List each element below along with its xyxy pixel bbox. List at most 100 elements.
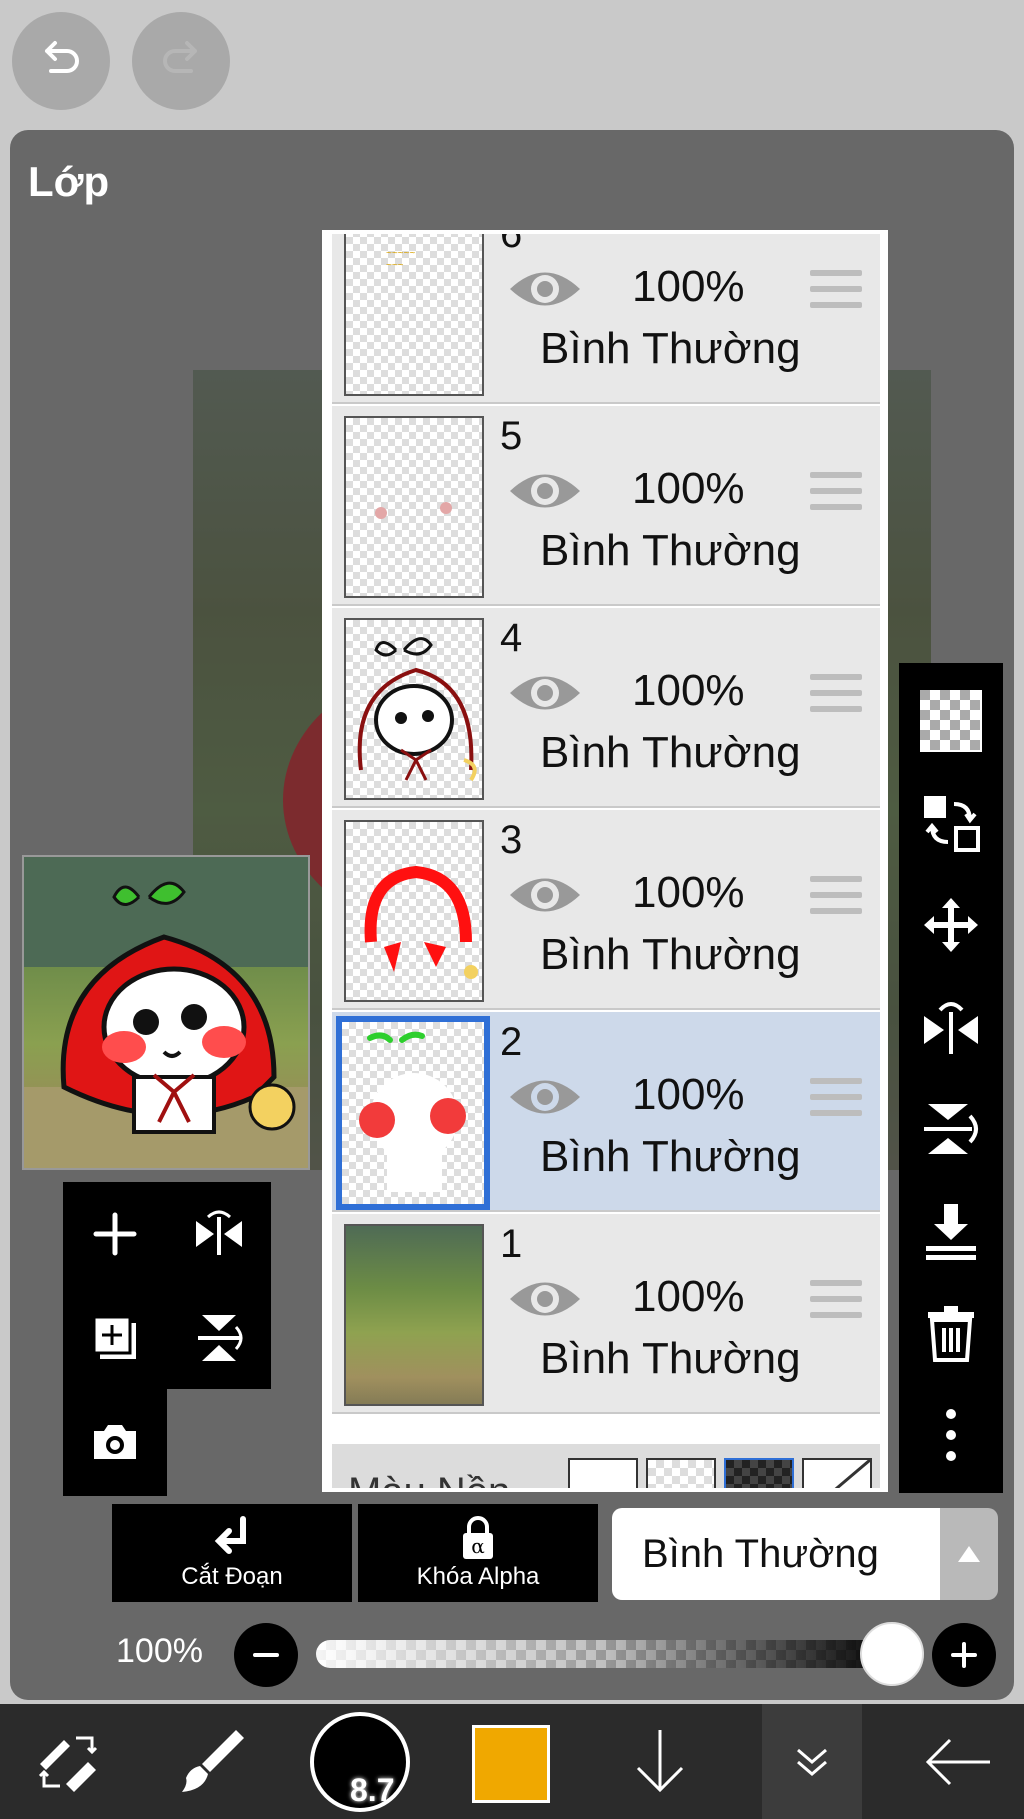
drag-handle-icon[interactable] xyxy=(810,472,862,516)
eye-icon[interactable] xyxy=(508,668,582,718)
flip-horizontal-icon xyxy=(196,1210,242,1255)
flip-vertical-button[interactable] xyxy=(167,1286,271,1390)
add-layer-button[interactable] xyxy=(63,1182,167,1286)
drag-handle-icon[interactable] xyxy=(810,674,862,718)
lock-alpha-icon: α xyxy=(463,1516,493,1559)
collapse-panel-button[interactable] xyxy=(762,1704,862,1819)
clipping-label: Cắt Đoạn xyxy=(181,1563,283,1590)
blend-mode-toggle[interactable] xyxy=(940,1508,998,1600)
left-toolbox xyxy=(63,1182,271,1496)
layer-number: 4 xyxy=(500,616,523,660)
tool-switch-button[interactable] xyxy=(18,1704,118,1819)
layer-row-3[interactable]: 3 100% Bình Thường xyxy=(332,810,880,1010)
opacity-slider-knob[interactable] xyxy=(860,1622,924,1686)
layer-blend-mode: Bình Thường xyxy=(540,1334,801,1383)
blend-mode-selector[interactable]: Bình Thường xyxy=(612,1508,940,1600)
eye-icon[interactable] xyxy=(508,870,582,920)
layer-number: 1 xyxy=(500,1222,523,1266)
flip-horizontal-icon xyxy=(924,1002,978,1054)
clipping-button[interactable]: Cắt Đoạn xyxy=(112,1504,352,1602)
back-button[interactable] xyxy=(908,1704,1008,1819)
top-bar xyxy=(0,0,1024,130)
arrow-down-icon xyxy=(636,1729,684,1792)
undo-icon xyxy=(45,41,79,73)
brush-tool-button[interactable] xyxy=(162,1704,262,1819)
clip-arrow-icon xyxy=(214,1516,246,1554)
brush-size-value: 8.7 xyxy=(350,1772,395,1808)
bg-swatch-none[interactable] xyxy=(802,1458,872,1488)
double-chevron-down-icon xyxy=(797,1748,827,1776)
svg-text:~~~~~: ~~~~~ xyxy=(386,248,415,259)
layer-thumbnail xyxy=(344,1224,484,1406)
alpha-lock-button[interactable]: α Khóa Alpha xyxy=(358,1504,598,1602)
layer-opacity: 100% xyxy=(632,464,745,513)
layer-opacity: 100% xyxy=(632,868,745,917)
move-icon xyxy=(924,898,978,952)
opacity-increase-button[interactable] xyxy=(932,1623,996,1687)
merge-down-button[interactable] xyxy=(899,1181,1003,1281)
plus-icon xyxy=(951,1642,977,1668)
layer-thumbnail xyxy=(336,1016,490,1210)
delete-layer-button[interactable] xyxy=(899,1283,1003,1383)
layer-number: 6 xyxy=(500,230,523,256)
move-button[interactable] xyxy=(899,875,1003,975)
opacity-slider-track[interactable] xyxy=(316,1640,896,1668)
drag-handle-icon[interactable] xyxy=(810,1078,862,1122)
merge-down-icon xyxy=(926,1204,976,1260)
drag-handle-icon[interactable] xyxy=(810,1280,862,1324)
color-swatch-button[interactable] xyxy=(472,1725,550,1803)
blend-mode-value: Bình Thường xyxy=(642,1531,879,1576)
layer-blend-mode: Bình Thường xyxy=(540,526,801,575)
svg-text:α: α xyxy=(471,1534,485,1558)
svg-text:~~~: ~~~ xyxy=(386,260,404,271)
undo-button[interactable] xyxy=(12,12,110,110)
flip-horizontal-button[interactable] xyxy=(167,1182,271,1286)
camera-icon xyxy=(94,1425,136,1459)
drag-handle-icon[interactable] xyxy=(810,270,862,314)
layer-blend-mode: Bình Thường xyxy=(540,1132,801,1181)
layer-blend-mode: Bình Thường xyxy=(540,930,801,979)
flip-vertical-right-button[interactable] xyxy=(899,1079,1003,1179)
duplicate-layer-button[interactable] xyxy=(63,1286,167,1390)
preview-artwork xyxy=(24,857,308,1168)
duplicate-layer-icon xyxy=(92,1315,136,1359)
layer-row-4[interactable]: 4 100% Bình Thường xyxy=(332,608,880,808)
eye-icon[interactable] xyxy=(508,1274,582,1324)
bg-swatch-light-checker[interactable] xyxy=(646,1458,716,1488)
layer-thumbnail: ~~~~~ ~~~ xyxy=(344,234,484,396)
opacity-label: 100% xyxy=(116,1632,203,1670)
bg-swatch-dark-checker[interactable] xyxy=(724,1458,794,1488)
bg-swatch-white[interactable] xyxy=(568,1458,638,1488)
layer-list[interactable]: ~~~~~ ~~~ 6 100% Bình Thường 5 100% Bình … xyxy=(322,230,888,1492)
more-options-button[interactable] xyxy=(899,1385,1003,1485)
plus-icon xyxy=(93,1212,137,1256)
swap-layer-button[interactable] xyxy=(899,773,1003,873)
layer-row-6[interactable]: ~~~~~ ~~~ 6 100% Bình Thường xyxy=(332,230,880,404)
pen-eraser-swap-icon xyxy=(38,1736,98,1792)
eye-icon[interactable] xyxy=(508,1072,582,1122)
redo-button[interactable] xyxy=(132,12,230,110)
opacity-decrease-button[interactable] xyxy=(234,1623,298,1687)
layer-number: 2 xyxy=(500,1020,523,1064)
layer-row-5[interactable]: 5 100% Bình Thường xyxy=(332,406,880,606)
eye-icon[interactable] xyxy=(508,264,582,314)
import-photo-button[interactable] xyxy=(63,1390,167,1494)
canvas-preview xyxy=(22,855,310,1170)
flip-vertical-icon xyxy=(198,1315,243,1361)
flip-horizontal-right-button[interactable] xyxy=(899,977,1003,1077)
background-color-row[interactable]: Màu Nền xyxy=(332,1444,880,1488)
layer-thumbnail xyxy=(344,416,484,598)
transparency-button[interactable] xyxy=(899,671,1003,771)
drag-handle-icon[interactable] xyxy=(810,876,862,920)
layer-row-2[interactable]: 2 100% Bình Thường xyxy=(332,1012,880,1212)
brush-icon xyxy=(182,1729,244,1792)
eye-icon[interactable] xyxy=(508,466,582,516)
brush-size-button[interactable]: 8.7 xyxy=(310,1712,410,1812)
alpha-lock-label: Khóa Alpha xyxy=(416,1563,540,1590)
minus-icon xyxy=(253,1653,279,1657)
trash-icon xyxy=(928,1306,974,1362)
layer-down-button[interactable] xyxy=(610,1704,710,1819)
layer-opacity: 100% xyxy=(632,1272,745,1321)
flip-vertical-icon xyxy=(924,1104,978,1154)
layer-row-1[interactable]: 1 100% Bình Thường xyxy=(332,1214,880,1414)
